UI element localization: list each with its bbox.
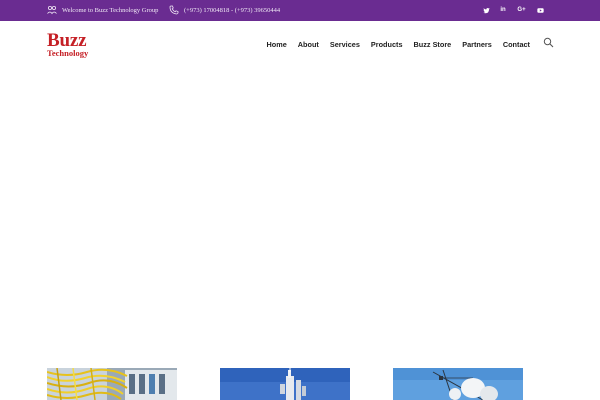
phone-icon [169,5,179,15]
top-bar: Welcome to Buzz Technology Group (+973) … [0,0,600,21]
search-icon[interactable] [543,37,554,48]
welcome-message: Welcome to Buzz Technology Group [47,4,158,16]
phone-info: (+973) 17004818 - (+973) 39650444 [169,4,280,16]
satellite-dish-image[interactable] [393,368,523,400]
buzz-technology-logo[interactable]: Buzz Technology [47,31,97,59]
nav-about[interactable]: About [298,40,319,49]
antenna-tower-image[interactable] [220,368,350,400]
social-links: in G+ [482,4,544,16]
linkedin-icon[interactable]: in [499,6,507,14]
main-navigation: Home About Services Products Buzz Store … [267,38,531,50]
welcome-text: Welcome to Buzz Technology Group [62,6,159,14]
nav-services[interactable]: Services [330,40,360,49]
nav-buzz-store[interactable]: Buzz Store [414,40,452,49]
nav-partners[interactable]: Partners [462,40,492,49]
logo-line-2: Technology [47,48,89,58]
phone-text[interactable]: (+973) 17004818 - (+973) 39650444 [184,7,280,14]
site-header: Buzz Technology Home About Services Prod… [0,21,600,65]
team-icon [47,5,57,15]
hero-banner [0,65,600,365]
youtube-icon[interactable] [536,6,544,14]
nav-contact[interactable]: Contact [503,40,530,49]
twitter-icon[interactable] [482,6,490,14]
nav-home[interactable]: Home [267,40,287,49]
nav-products[interactable]: Products [371,40,403,49]
network-cables-image[interactable] [47,368,177,400]
google-plus-icon[interactable]: G+ [516,6,527,14]
